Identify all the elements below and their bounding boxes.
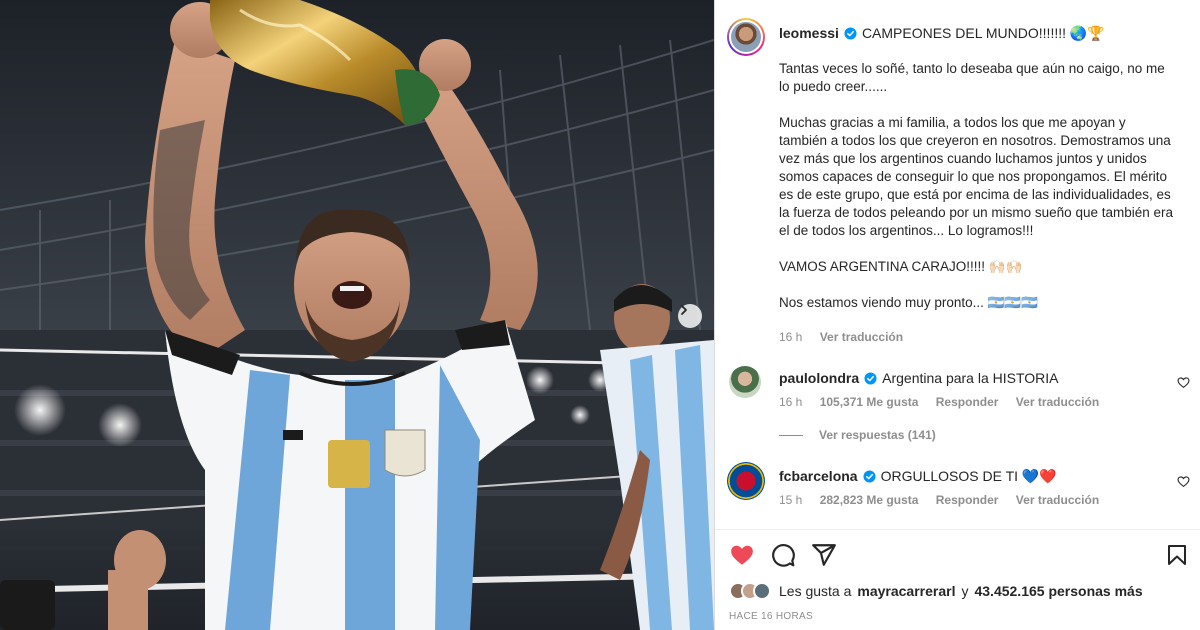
post-time: 16 h	[779, 330, 803, 344]
comment-likes[interactable]: 282,823 Me gusta	[820, 493, 919, 507]
comment-fcbarcelona: fcbarcelona ORGULLOSOS DE TI 💙❤️	[779, 467, 1057, 485]
verified-badge-icon	[863, 469, 876, 483]
comment-username[interactable]: fcbarcelona	[779, 467, 858, 485]
comment-paulolondra: paulolondra Argentina para la HISTORIA	[779, 369, 1059, 387]
replies-dash	[779, 434, 803, 436]
comment-avatar-fcbarcelona[interactable]	[727, 462, 765, 500]
comment-time: 15 h	[779, 493, 803, 507]
post-headline: CAMPEONES DEL MUNDO!!!!!!! 🌏🏆	[861, 25, 1105, 41]
share-icon[interactable]	[811, 542, 837, 568]
likes-count[interactable]: 43.452.165 personas más	[974, 583, 1142, 599]
verified-badge-icon	[864, 371, 877, 385]
comment-avatar-paulolondra[interactable]	[729, 366, 761, 398]
comment-text: Argentina para la HISTORIA	[882, 370, 1059, 386]
comment-username[interactable]: paulolondra	[779, 369, 859, 387]
post-timestamp[interactable]: HACE 16 HORAS	[729, 611, 813, 622]
post-header: leomessi CAMPEONES DEL MUNDO!!!!!!! 🌏🏆	[779, 24, 1105, 42]
bookmark-icon[interactable]	[1165, 542, 1189, 568]
likes-connector: y	[961, 583, 969, 599]
comment-meta: 16 h 105,371 Me gusta Responder Ver trad…	[779, 395, 1113, 409]
view-replies-label: Ver respuestas (141)	[819, 428, 936, 442]
author-avatar[interactable]	[727, 18, 765, 56]
photo-illustration	[0, 0, 714, 630]
likes-summary: Les gusta a mayracarrerarl y 43.452.165 …	[729, 582, 1143, 600]
post-translate-link[interactable]: Ver traducción	[820, 330, 903, 344]
author-username[interactable]: leomessi	[779, 24, 839, 42]
liked-by-avatars	[729, 582, 771, 600]
comment-icon[interactable]	[770, 542, 796, 568]
comment-time: 16 h	[779, 395, 803, 409]
comment-reply-button[interactable]: Responder	[936, 493, 999, 507]
liker-avatar	[753, 582, 771, 600]
comment-translate-link[interactable]: Ver traducción	[1016, 493, 1099, 507]
post-caption: Tantas veces lo soñé, tanto lo deseaba q…	[779, 61, 1174, 310]
post-meta: 16 h Ver traducción	[779, 330, 917, 344]
liked-by-username[interactable]: mayracarrerarl	[857, 583, 955, 599]
comment-translate-link[interactable]: Ver traducción	[1016, 395, 1099, 409]
post-photo	[0, 0, 714, 630]
comment-reply-button[interactable]: Responder	[936, 395, 999, 409]
like-comment-heart-icon[interactable]	[1177, 475, 1190, 488]
like-comment-heart-icon[interactable]	[1177, 376, 1190, 389]
actions-divider	[715, 529, 1200, 530]
comment-text: ORGULLOSOS DE TI 💙❤️	[880, 468, 1057, 484]
post-side-panel: leomessi CAMPEONES DEL MUNDO!!!!!!! 🌏🏆 T…	[715, 0, 1200, 630]
likes-prefix: Les gusta a	[779, 583, 852, 599]
action-bar	[729, 542, 1189, 570]
next-photo-button[interactable]	[678, 304, 702, 328]
verified-badge-icon	[844, 26, 857, 40]
view-replies-button[interactable]: Ver respuestas (141)	[779, 428, 936, 442]
chevron-right-icon	[681, 305, 687, 315]
heart-filled-icon[interactable]	[729, 542, 755, 568]
comment-likes[interactable]: 105,371 Me gusta	[820, 395, 919, 409]
comment-meta: 15 h 282,823 Me gusta Responder Ver trad…	[779, 493, 1113, 507]
